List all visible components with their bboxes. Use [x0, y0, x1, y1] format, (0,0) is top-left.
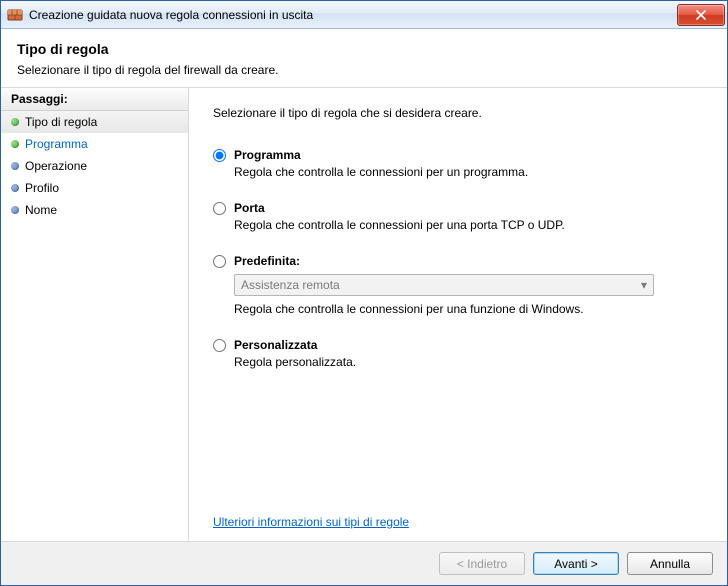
option-description: Regola che controlla le connessioni per …: [234, 218, 703, 232]
radio-predefinita[interactable]: [213, 255, 226, 268]
step-tipo-di-regola[interactable]: Tipo di regola: [1, 111, 188, 133]
button-label: Avanti >: [554, 557, 597, 571]
option-row[interactable]: Porta: [213, 201, 703, 215]
learn-more: Ulteriori informazioni sui tipi di regol…: [213, 475, 703, 529]
chevron-down-icon: ▾: [641, 278, 647, 292]
back-button: < Indietro: [439, 552, 525, 575]
step-label: Profilo: [25, 181, 59, 195]
step-bullet-icon: [11, 184, 19, 192]
close-button[interactable]: [677, 4, 725, 26]
option-label: Personalizzata: [234, 338, 317, 352]
step-programma[interactable]: Programma: [1, 133, 188, 155]
learn-more-link[interactable]: Ulteriori informazioni sui tipi di regol…: [213, 515, 409, 529]
option-description: Regola personalizzata.: [234, 355, 703, 369]
wizard-footer: < Indietro Avanti > Annulla: [1, 541, 727, 585]
option-programma: Programma Regola che controlla le connes…: [213, 148, 703, 179]
page-subtitle: Selezionare il tipo di regola del firewa…: [17, 63, 711, 77]
option-description: Regola che controlla le connessioni per …: [234, 302, 703, 316]
next-button[interactable]: Avanti >: [533, 552, 619, 575]
option-row[interactable]: Programma: [213, 148, 703, 162]
step-operazione[interactable]: Operazione: [1, 155, 188, 177]
step-bullet-icon: [11, 118, 19, 126]
wizard-body: Passaggi: Tipo di regola Programma Opera…: [1, 88, 727, 541]
step-label: Tipo di regola: [25, 115, 97, 129]
wizard-window: Creazione guidata nuova regola connessio…: [0, 0, 728, 586]
button-label: < Indietro: [457, 557, 507, 571]
wizard-header: Tipo di regola Selezionare il tipo di re…: [1, 29, 727, 88]
step-label: Operazione: [25, 159, 87, 173]
step-bullet-icon: [11, 206, 19, 214]
step-profilo[interactable]: Profilo: [1, 177, 188, 199]
option-row[interactable]: Personalizzata: [213, 338, 703, 352]
app-icon: [7, 7, 23, 23]
step-bullet-icon: [11, 140, 19, 148]
step-bullet-icon: [11, 162, 19, 170]
step-label: Programma: [25, 137, 88, 151]
option-predefinita: Predefinita: Assistenza remota ▾ Regola …: [213, 254, 703, 316]
rule-type-options: Programma Regola che controlla le connes…: [213, 148, 703, 369]
option-description: Regola che controlla le connessioni per …: [234, 165, 703, 179]
window-title: Creazione guidata nuova regola connessio…: [29, 8, 677, 22]
option-label: Predefinita:: [234, 254, 300, 268]
dropdown-value: Assistenza remota: [241, 278, 340, 292]
step-label: Nome: [25, 203, 57, 217]
page-title: Tipo di regola: [17, 41, 711, 57]
option-label: Porta: [234, 201, 265, 215]
option-porta: Porta Regola che controlla le connession…: [213, 201, 703, 232]
option-personalizzata: Personalizzata Regola personalizzata.: [213, 338, 703, 369]
option-label: Programma: [234, 148, 301, 162]
option-row[interactable]: Predefinita:: [213, 254, 703, 268]
content-prompt: Selezionare il tipo di regola che si des…: [213, 106, 703, 120]
button-label: Annulla: [650, 557, 690, 571]
radio-personalizzata[interactable]: [213, 339, 226, 352]
steps-header: Passaggi:: [1, 88, 188, 111]
wizard-content: Selezionare il tipo di regola che si des…: [189, 88, 727, 541]
step-nome[interactable]: Nome: [1, 199, 188, 221]
predefinita-dropdown: Assistenza remota ▾: [234, 274, 654, 296]
cancel-button[interactable]: Annulla: [627, 552, 713, 575]
titlebar: Creazione guidata nuova regola connessio…: [1, 1, 727, 29]
steps-sidebar: Passaggi: Tipo di regola Programma Opera…: [1, 88, 189, 541]
radio-programma[interactable]: [213, 149, 226, 162]
radio-porta[interactable]: [213, 202, 226, 215]
